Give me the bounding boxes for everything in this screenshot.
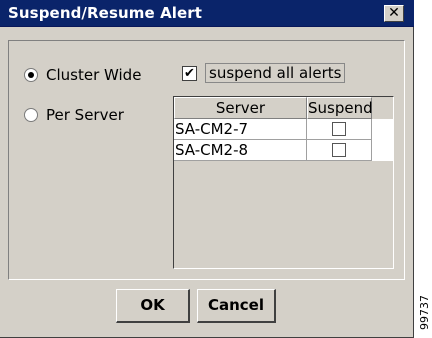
server-name-cell: SA-CM2-7 <box>174 119 307 140</box>
checkmark-icon: ✔ <box>184 65 195 81</box>
server-name-cell: SA-CM2-8 <box>174 140 307 161</box>
suspend-all-label: suspend all alerts <box>205 63 346 83</box>
suspend-checkbox[interactable] <box>332 122 346 136</box>
suspend-cell <box>307 119 372 140</box>
server-table[interactable]: Server Suspend SA-CM2-7 SA-CM2-8 <box>173 96 394 269</box>
suspend-all-checkbox[interactable]: ✔ <box>182 65 197 81</box>
per-server-option[interactable]: Per Server <box>24 106 124 124</box>
table-row[interactable]: SA-CM2-7 <box>174 119 393 140</box>
figure-id: 99737 <box>418 295 431 330</box>
per-server-label: Per Server <box>46 106 124 124</box>
table-row[interactable]: SA-CM2-8 <box>174 140 393 161</box>
cancel-button[interactable]: Cancel <box>197 289 276 323</box>
dialog-title: Suspend/Resume Alert <box>8 4 203 22</box>
suspend-resume-dialog: Suspend/Resume Alert ✕ Cluster Wide ✔ su… <box>0 0 414 338</box>
cluster-wide-label: Cluster Wide <box>46 66 142 84</box>
close-icon: ✕ <box>388 5 400 21</box>
per-server-radio[interactable] <box>24 108 38 122</box>
column-header-suspend[interactable]: Suspend <box>307 97 373 119</box>
ok-button[interactable]: OK <box>116 289 190 323</box>
cluster-wide-option[interactable]: Cluster Wide <box>24 66 141 84</box>
suspend-all-option[interactable]: ✔ suspend all alerts <box>182 63 346 83</box>
column-header-server[interactable]: Server <box>174 97 307 119</box>
suspend-checkbox[interactable] <box>332 143 346 157</box>
cluster-wide-radio[interactable] <box>24 68 38 82</box>
title-bar[interactable]: Suspend/Resume Alert ✕ <box>0 0 414 27</box>
close-button[interactable]: ✕ <box>384 5 404 22</box>
table-header: Server Suspend <box>174 97 393 119</box>
suspend-cell <box>307 140 372 161</box>
